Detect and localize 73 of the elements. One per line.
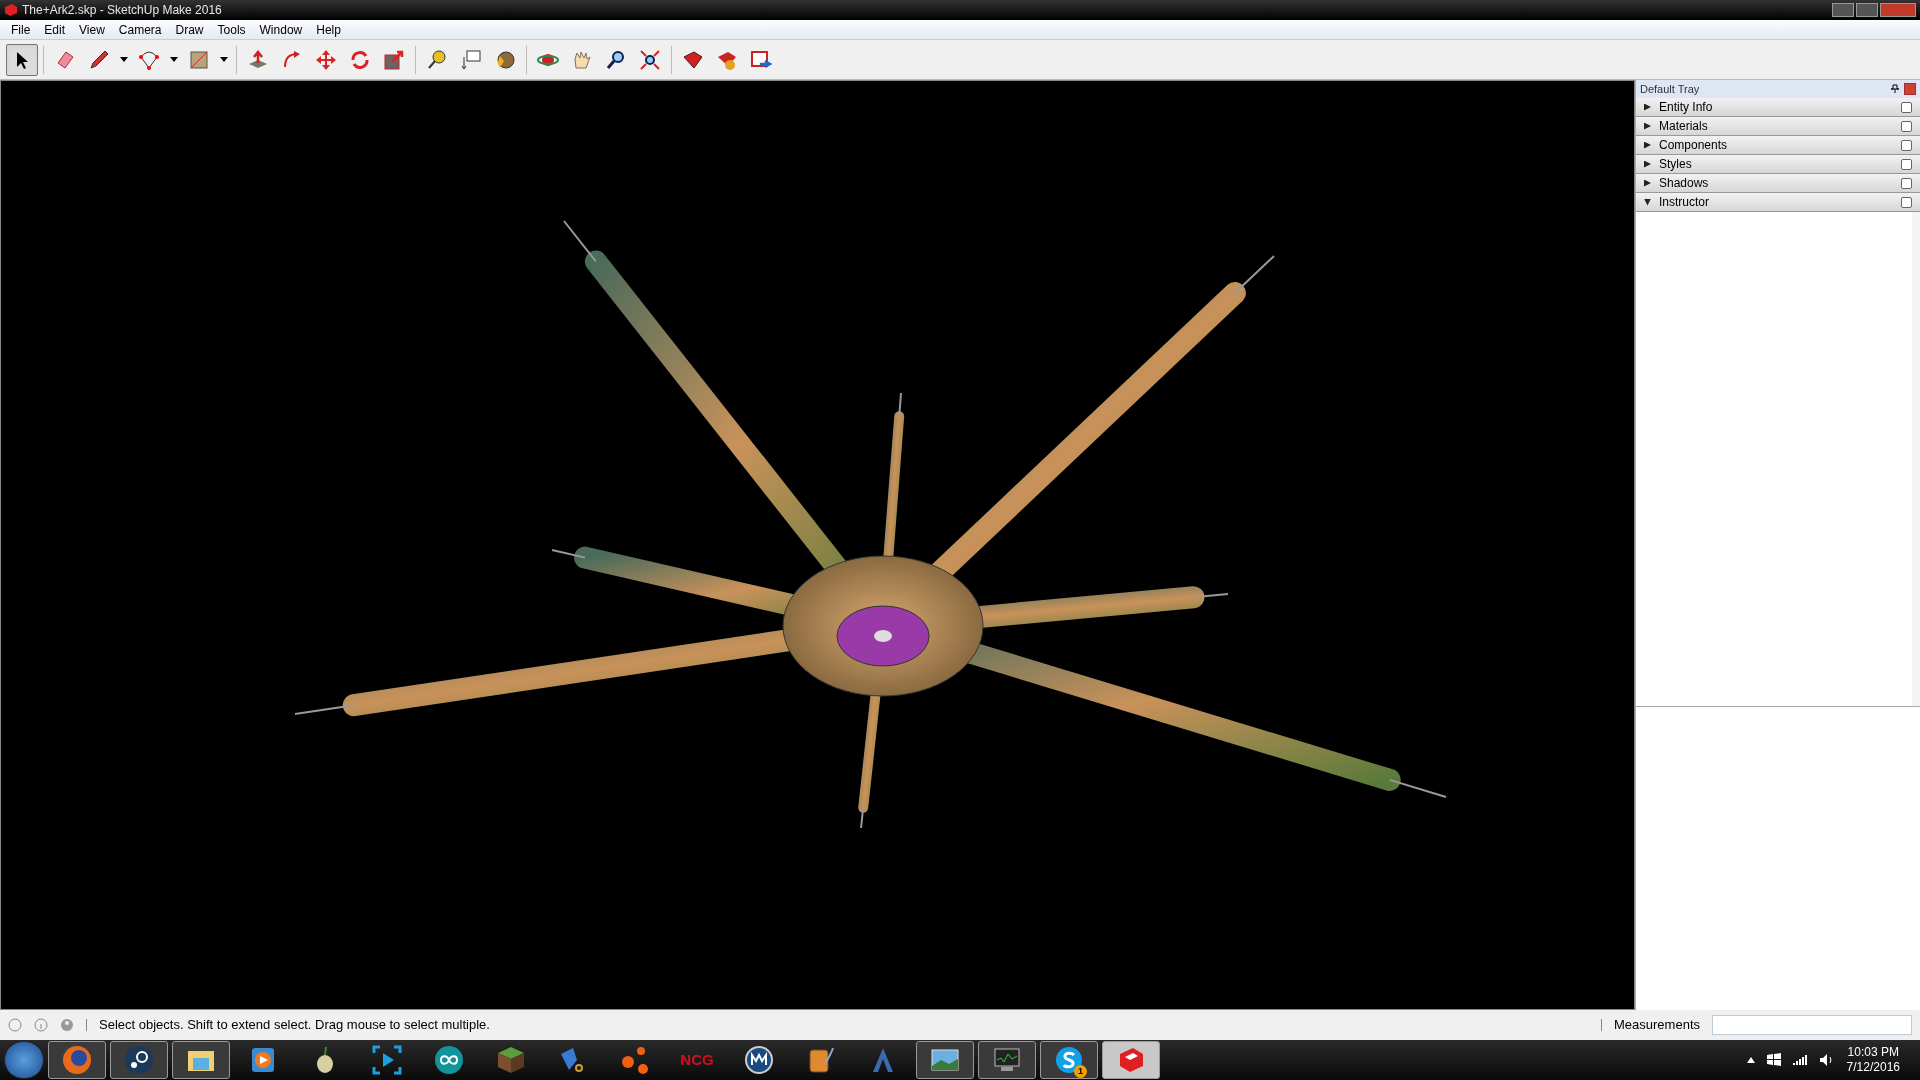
panel-title: Entity Info [1659, 99, 1713, 116]
dots-icon [619, 1044, 651, 1076]
push-pull-icon [247, 48, 269, 71]
windows-flag-icon[interactable] [1766, 1053, 1781, 1067]
tray-title: Default Tray [1640, 81, 1700, 97]
scale-icon [383, 48, 405, 71]
menu-item[interactable]: Camera [111, 20, 169, 39]
panel-title: Instructor [1659, 194, 1709, 211]
text-label-icon [460, 48, 482, 71]
maximize-button[interactable] [1856, 3, 1878, 17]
tool-button[interactable] [6, 43, 38, 76]
close-button[interactable] [1901, 139, 1912, 151]
signal-icon[interactable] [1792, 1054, 1807, 1066]
speaker-icon[interactable] [1818, 1053, 1835, 1067]
menu-item[interactable]: Tools [210, 20, 253, 39]
panel-title: Materials [1659, 118, 1708, 135]
taskbar-button[interactable] [110, 1041, 168, 1079]
taskbar-button[interactable]: 1 [1040, 1041, 1098, 1079]
menu-item[interactable]: View [72, 20, 112, 39]
show-hidden-icons-icon[interactable] [1746, 1057, 1755, 1063]
move-icon [315, 48, 337, 71]
panel-title: Shadows [1659, 175, 1709, 192]
zoom-extents-icon [639, 48, 661, 71]
app-logo-icon [4, 3, 18, 17]
tray-panel-header[interactable]: Components [1636, 136, 1920, 155]
pin-icon[interactable] [1890, 84, 1900, 94]
menu-item[interactable]: File [4, 20, 38, 39]
clock-date[interactable]: 7/12/2016 [1846, 1060, 1900, 1075]
tray-panel-header[interactable]: Shadows [1636, 174, 1920, 193]
notification-badge: 1 [1074, 1065, 1087, 1078]
circle-logo-icon [743, 1044, 775, 1076]
window-title: The+Ark2.skp - SketchUp Make 2016 [22, 2, 222, 19]
minimize-button[interactable] [1832, 3, 1854, 17]
chat-s-icon [1053, 1044, 1085, 1076]
start-button[interactable] [4, 1041, 44, 1079]
taskbar-button[interactable] [172, 1041, 230, 1079]
rotate-icon [349, 48, 371, 71]
close-button[interactable] [1901, 177, 1912, 189]
measurements-field[interactable] [1712, 1015, 1912, 1035]
arc-icon [138, 48, 160, 71]
measurements-label: Measurements [1614, 1016, 1700, 1035]
taskbar-button[interactable] [916, 1041, 974, 1079]
caret-icon [220, 57, 228, 62]
tray-panel-header[interactable]: Materials [1636, 117, 1920, 136]
app-label: NCG [680, 1049, 714, 1070]
tray-panel-header[interactable]: Styles [1636, 155, 1920, 174]
zoom-icon [605, 48, 627, 71]
close-button[interactable] [1901, 101, 1912, 113]
clock-time[interactable]: 10:03 PM [1847, 1045, 1899, 1060]
screen-recorder-icon [371, 1044, 403, 1076]
caret-icon [120, 57, 128, 62]
taskbar-button[interactable] [978, 1041, 1036, 1079]
pencil-icon [88, 48, 110, 71]
tray-panel-header[interactable]: Entity Info [1636, 98, 1920, 117]
panel-title: Components [1659, 137, 1728, 154]
tray-panel-header[interactable]: Instructor [1636, 193, 1920, 212]
browser-icon [61, 1044, 93, 1076]
close-button[interactable] [1901, 158, 1912, 170]
steam-icon [123, 1044, 155, 1076]
grass-block-icon [495, 1044, 527, 1076]
panel-title: Styles [1659, 156, 1692, 173]
rectangle-icon [188, 48, 210, 71]
close-button[interactable] [1901, 196, 1912, 208]
paint-bucket-icon [494, 48, 516, 71]
caret-icon [170, 57, 178, 62]
menu-item[interactable]: Edit [37, 20, 73, 39]
close-button[interactable] [1901, 120, 1912, 132]
tape-measure-icon [426, 48, 448, 71]
menu-item[interactable]: Window [252, 20, 310, 39]
menu-item[interactable]: Draw [168, 20, 211, 39]
status-message: Select objects. Shift to extend select. Drag mouse to select multiple. [99, 1016, 490, 1035]
menu-item[interactable]: Help [309, 20, 348, 39]
infinity-icon [433, 1044, 465, 1076]
